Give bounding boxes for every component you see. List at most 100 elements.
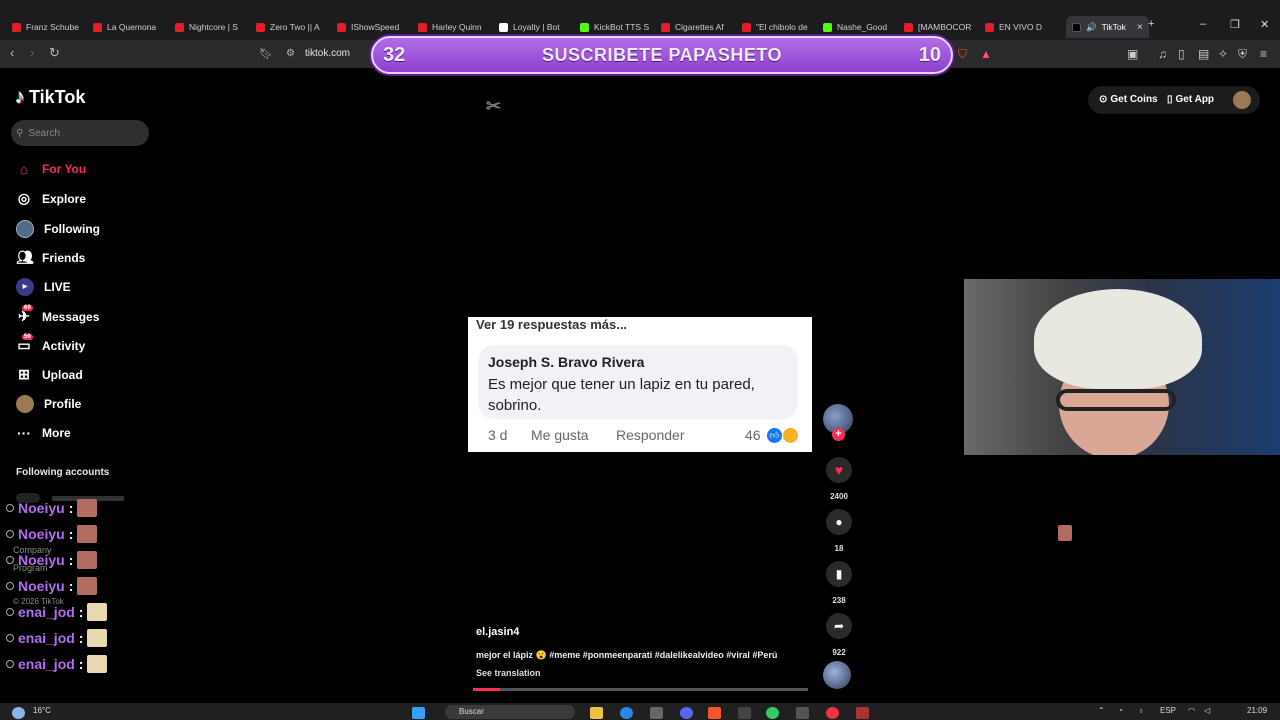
nav-profile[interactable]: Profile bbox=[16, 395, 81, 413]
browser-tab[interactable]: Zero Two || A bbox=[256, 16, 332, 38]
app-icon-2[interactable] bbox=[796, 707, 809, 719]
language-indicator[interactable]: ESP bbox=[1160, 706, 1176, 715]
chat-badge-icon bbox=[6, 660, 14, 668]
wifi-icon[interactable]: ◠ bbox=[1188, 706, 1195, 715]
wallet-icon[interactable]: ▤ bbox=[1198, 47, 1209, 61]
nav-more[interactable]: ··· More bbox=[16, 425, 71, 441]
browser-tab[interactable]: "El chibolo de bbox=[742, 16, 818, 38]
site-info-icon[interactable]: ⚙ bbox=[286, 48, 295, 59]
save-action[interactable]: ▮ 238 bbox=[825, 561, 853, 605]
like-action[interactable]: ♥ 2400 bbox=[825, 457, 853, 501]
chat-separator: : bbox=[78, 656, 84, 672]
obs-icon[interactable] bbox=[738, 707, 751, 719]
tab-label: Nashe_Good bbox=[837, 22, 888, 32]
brave-shield-icon[interactable]: ⛉ bbox=[958, 47, 967, 62]
volume-icon[interactable]: ◁ bbox=[1204, 706, 1210, 715]
forward-icon[interactable]: › bbox=[30, 45, 34, 60]
taskbar-search[interactable]: Buscar bbox=[445, 705, 575, 719]
comment-action[interactable]: ● 18 bbox=[825, 509, 853, 553]
nav-live[interactable]: ▶ LIVE bbox=[16, 278, 71, 296]
brave-icon[interactable] bbox=[708, 707, 721, 719]
store-icon[interactable] bbox=[650, 707, 663, 719]
sticker-image bbox=[1058, 525, 1072, 541]
brave-rewards-icon[interactable]: ▲ bbox=[980, 47, 992, 61]
comment-screenshot-card: Ver 19 respuestas más... Joseph S. Bravo… bbox=[468, 317, 812, 452]
comment-icon[interactable]: ● bbox=[826, 509, 852, 535]
app-icon-3[interactable] bbox=[826, 707, 839, 719]
tray-icon-1[interactable]: ◔ bbox=[1118, 706, 1123, 715]
music-disc-icon[interactable] bbox=[823, 661, 851, 689]
nav-label: Upload bbox=[42, 367, 83, 382]
reload-icon[interactable]: ↻ bbox=[49, 45, 60, 61]
browser-tab[interactable]: La Quemona bbox=[93, 16, 169, 38]
tab-favicon-icon bbox=[418, 22, 427, 32]
nav-explore[interactable]: ◎ Explore bbox=[16, 190, 86, 207]
browser-tab[interactable]: Nashe_Good bbox=[823, 16, 899, 38]
close-window-icon[interactable]: ✕ bbox=[1260, 18, 1269, 31]
leo-ai-icon[interactable]: ✧ bbox=[1218, 47, 1228, 61]
media-icon[interactable]: ♫ bbox=[1158, 47, 1167, 61]
tab-tiktok-active[interactable]: 🔊 TikTok × bbox=[1066, 16, 1149, 38]
file-explorer-icon[interactable] bbox=[590, 707, 603, 719]
share-action[interactable]: ➦ 922 bbox=[825, 613, 853, 657]
back-icon[interactable]: ‹ bbox=[10, 45, 14, 60]
messages-badge: 69 bbox=[22, 305, 33, 311]
tab-favicon-icon bbox=[499, 22, 508, 32]
tiktok-logo[interactable]: ♪ TikTok bbox=[15, 86, 85, 109]
heart-icon[interactable]: ♥ bbox=[826, 457, 852, 483]
minimize-icon[interactable]: – bbox=[1200, 18, 1206, 30]
see-translation-link[interactable]: See translation bbox=[476, 668, 541, 678]
comment-author: Joseph S. Bravo Rivera bbox=[488, 354, 645, 370]
mic-icon[interactable]: ♁ bbox=[1138, 706, 1144, 715]
screenshot-icon[interactable]: ▣ bbox=[1127, 47, 1138, 61]
maximize-icon[interactable]: ❐ bbox=[1230, 18, 1240, 31]
new-tab-icon[interactable]: + bbox=[1148, 18, 1154, 30]
nav-upload[interactable]: ⊞ Upload bbox=[16, 366, 83, 383]
browser-tab[interactable]: Franz Schube bbox=[12, 16, 88, 38]
tab-favicon-icon bbox=[985, 22, 994, 32]
bookmark-icon[interactable]: 🔖︎ bbox=[259, 47, 273, 60]
browser-tab[interactable]: Cigarettes Af bbox=[661, 16, 737, 38]
weather-temp[interactable]: 16°C bbox=[33, 706, 51, 715]
get-coins-button[interactable]: ⊙ Get Coins bbox=[1099, 94, 1158, 105]
nav-label: Friends bbox=[42, 250, 86, 265]
chat-emote-image bbox=[87, 655, 108, 673]
edge-icon[interactable] bbox=[620, 707, 633, 719]
browser-tab[interactable]: Harley Quinn bbox=[418, 16, 494, 38]
post-author[interactable]: el.jasin4 bbox=[476, 626, 519, 638]
follow-plus-icon[interactable]: + bbox=[832, 428, 845, 441]
app-icon-1[interactable] bbox=[766, 707, 779, 719]
browser-tab[interactable]: EN VIVO D bbox=[985, 16, 1061, 38]
user-avatar[interactable] bbox=[1233, 91, 1251, 109]
discord-icon[interactable] bbox=[680, 707, 693, 719]
search-placeholder: Search bbox=[28, 127, 61, 139]
close-tab-icon[interactable]: × bbox=[1137, 22, 1143, 33]
tab-favicon-icon bbox=[904, 22, 913, 32]
get-app-button[interactable]: ▯ Get App bbox=[1167, 94, 1214, 105]
following-avatar-icon bbox=[16, 220, 34, 238]
share-arrow-icon[interactable]: ➦ bbox=[826, 613, 852, 639]
browser-tab[interactable]: [MAMBOCOR bbox=[904, 16, 980, 38]
menu-icon[interactable]: ≡ bbox=[1260, 47, 1267, 61]
video-progress-bar[interactable] bbox=[473, 688, 808, 691]
nav-friends[interactable]: 👥︎ Friends bbox=[16, 249, 85, 266]
bookmark-icon[interactable]: ▮ bbox=[826, 561, 852, 587]
sidebar-icon[interactable]: ▯ bbox=[1178, 47, 1185, 61]
app-icon-4[interactable] bbox=[856, 707, 869, 719]
browser-tab[interactable]: Loyalty | Bot bbox=[499, 16, 575, 38]
vpn-icon[interactable]: ⛨ bbox=[1238, 47, 1247, 62]
browser-tab[interactable]: IShowSpeed bbox=[337, 16, 413, 38]
browser-tab[interactable]: Nightcore | S bbox=[175, 16, 251, 38]
clock[interactable]: 21:09 bbox=[1247, 706, 1267, 715]
nav-for-you[interactable]: ⌂ For You bbox=[16, 161, 86, 177]
chat-username: enai_jod bbox=[18, 604, 75, 620]
browser-tab[interactable]: KickBot TTS S bbox=[580, 16, 656, 38]
windows-start-icon[interactable] bbox=[412, 707, 425, 719]
tray-chevron-icon[interactable]: ⌃ bbox=[1098, 706, 1105, 715]
chat-badge-icon bbox=[6, 634, 14, 642]
nav-following[interactable]: Following bbox=[16, 220, 100, 238]
get-app-label: Get App bbox=[1175, 94, 1215, 105]
url-field[interactable]: tiktok.com bbox=[305, 48, 350, 59]
chat-message: Noeiyu: bbox=[6, 551, 98, 569]
search-input[interactable]: ⚲ Search bbox=[11, 120, 149, 146]
